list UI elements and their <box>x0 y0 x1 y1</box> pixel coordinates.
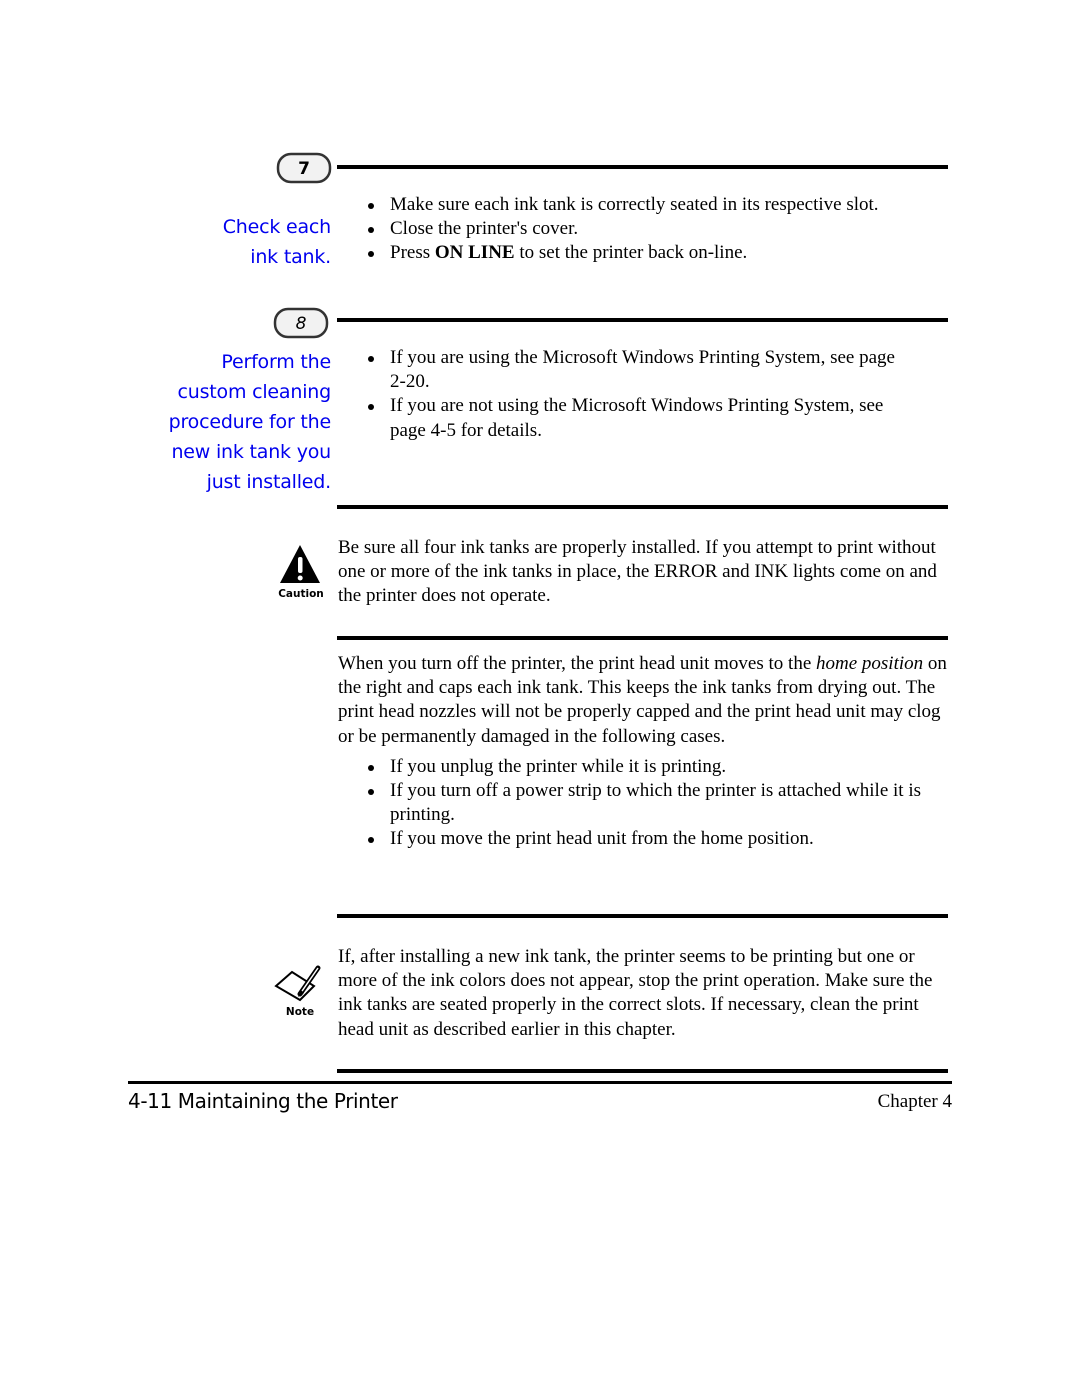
bullet-dot-icon <box>368 764 374 771</box>
note-text: If, after installing a new ink tank, the… <box>338 945 950 1042</box>
note-bottom-rule <box>337 1069 948 1073</box>
step-8-rule <box>337 318 948 322</box>
step-7-number: 7 <box>298 159 310 179</box>
step-8-bottom-rule <box>337 505 948 509</box>
bullet-dot-icon <box>368 404 374 411</box>
bullet-item: If you are not using the Microsoft Windo… <box>338 394 913 442</box>
step-8-number: 8 <box>296 314 307 334</box>
step-8-bullets: If you are using the Microsoft Windows P… <box>338 346 913 443</box>
step-8-heading-line: procedure for the <box>168 411 332 433</box>
bullet-item: Press ON LINE to set the printer back on… <box>338 241 950 265</box>
bullet-item: If you unplug the printer while it is pr… <box>338 755 953 779</box>
note-paragraph: If, after installing a new ink tank, the… <box>338 946 933 1040</box>
bullet-dot-icon <box>368 789 374 796</box>
bullet-dot-icon <box>368 203 374 209</box>
bullet-dot-icon <box>368 251 374 258</box>
step-8-badge: 8 <box>273 307 329 339</box>
step-7-bullets: Make sure each ink tank is correctly sea… <box>338 193 950 266</box>
home-position-paragraph: When you turn off the printer, the print… <box>338 653 947 747</box>
step-8-heading-line: just installed. <box>206 471 332 493</box>
step-badge-icon: 7 <box>276 152 332 184</box>
step-7-rule <box>337 165 948 169</box>
caution-text: Be sure all four ink tanks are properly … <box>338 536 950 609</box>
bullet-dot-icon <box>368 837 374 844</box>
step-8-heading-line: custom cleaning <box>177 381 332 403</box>
bullet-dot-icon <box>368 227 374 234</box>
note-icon: Note <box>272 964 328 1020</box>
caution-bottom-rule <box>337 636 948 640</box>
footer-page-title: 4-11 Maintaining the Printer <box>128 1089 398 1113</box>
step-8-heading-line: Perform the <box>221 351 331 373</box>
step-8-heading: Perform the custom cleaning procedure fo… <box>168 347 332 497</box>
step-7-badge: 7 <box>276 152 332 184</box>
bullet-item: Close the printer's cover. <box>338 217 950 241</box>
caution-label: Caution <box>278 588 324 600</box>
note-label: Note <box>286 1006 314 1018</box>
caution-icon: Caution <box>276 543 328 601</box>
note-pencil-icon: Note <box>274 965 321 1018</box>
bullet-dot-icon <box>368 356 374 362</box>
bullet-item: If you move the print head unit from the… <box>338 827 953 851</box>
bullet-item: If you turn off a power strip to which t… <box>338 779 953 827</box>
caution-paragraph: Be sure all four ink tanks are properly … <box>338 537 937 607</box>
step-8-heading-line: new ink tank you <box>171 441 331 463</box>
step-7-heading-line: Check each <box>222 216 332 238</box>
step-badge-icon: 8 <box>273 307 329 339</box>
footer-chapter: Chapter 4 <box>877 1091 952 1112</box>
step-7-heading: Check each ink tank. <box>222 212 332 272</box>
bullet-item: If you are using the Microsoft Windows P… <box>338 346 913 394</box>
home-position-section: When you turn off the printer, the print… <box>338 652 953 852</box>
bullet-item: Make sure each ink tank is correctly sea… <box>338 193 950 217</box>
caution-triangle-icon: Caution <box>278 545 324 600</box>
footer-rule <box>128 1081 952 1084</box>
home-position-bottom-rule <box>337 914 948 918</box>
step-7-heading-line: ink tank. <box>250 246 331 268</box>
